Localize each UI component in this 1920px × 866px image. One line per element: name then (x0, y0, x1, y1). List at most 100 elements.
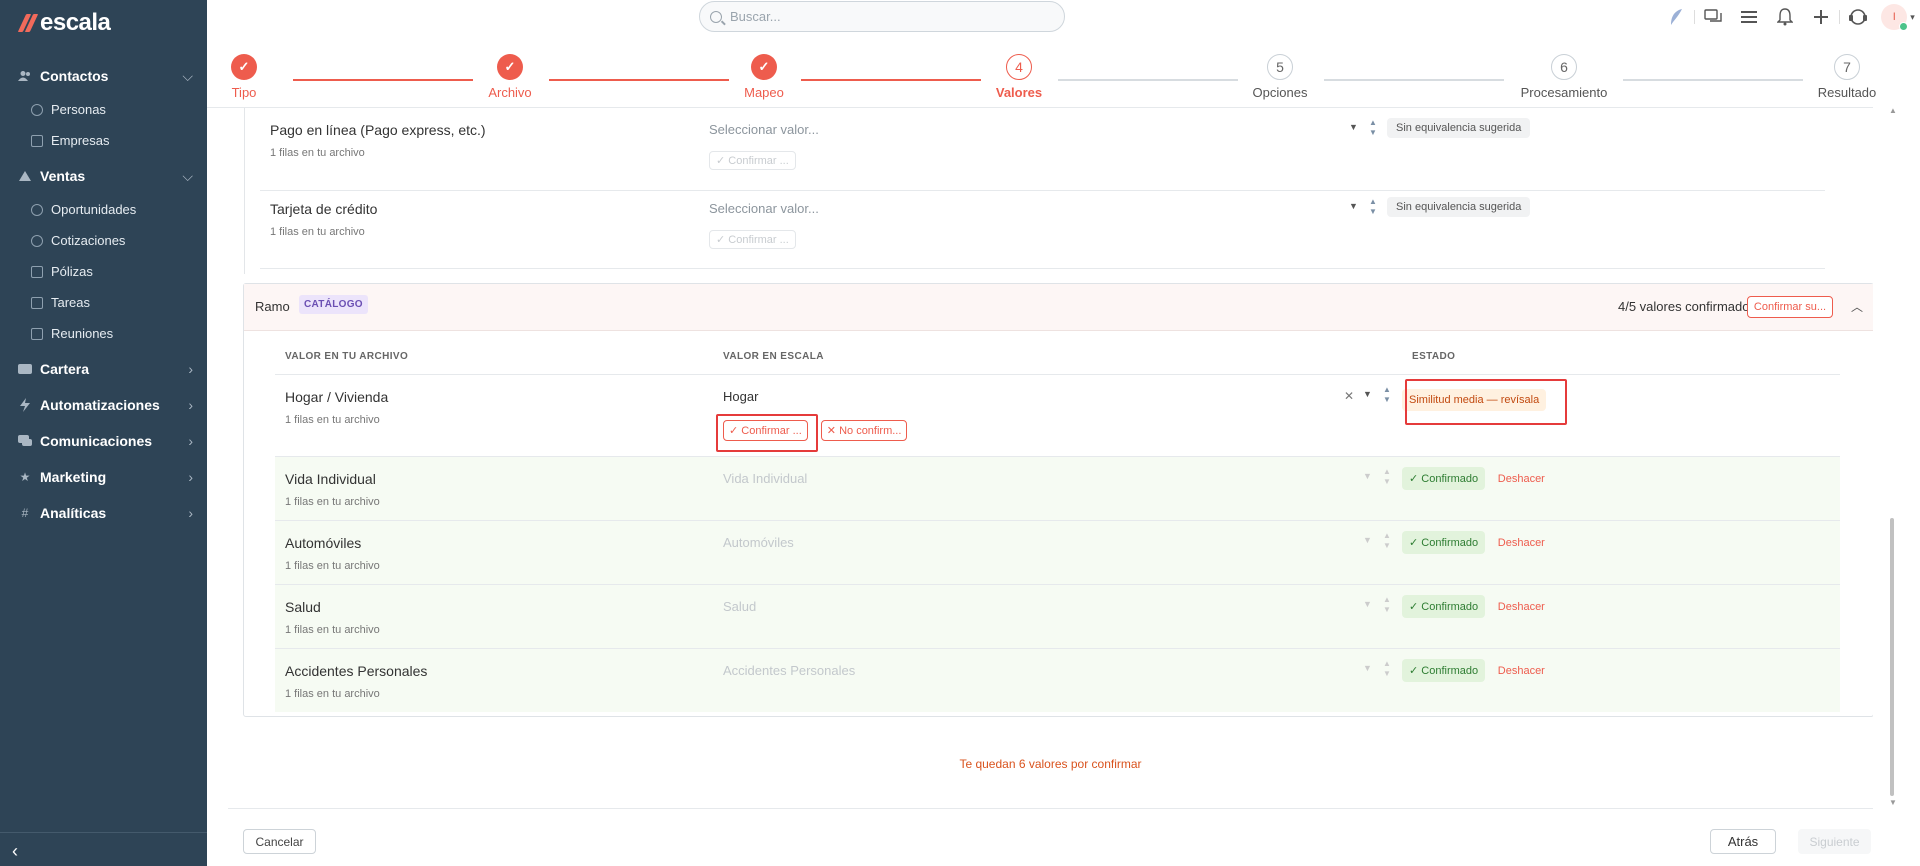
search-input[interactable] (730, 9, 1030, 24)
row-count: 1 filas en tu archivo (285, 624, 380, 636)
escala-value-select[interactable]: Hogar ✕ ▼ ▲ ▼ ✓ Confirmar ... ✕ No confir… (723, 385, 1403, 441)
sidebar-group-cartera[interactable]: Cartera › (0, 351, 207, 387)
ventas-icon (18, 169, 32, 183)
step-connector (1058, 79, 1238, 81)
sidebar-group-label: Cartera (40, 361, 90, 377)
status-badge: ✓ Confirmado (1402, 595, 1486, 618)
escala-value-select: Salud ▼ ▲ ▼ (723, 595, 1403, 614)
sidebar-item-empresas[interactable]: Empresas (0, 125, 207, 156)
sidebar-group-marketing[interactable]: ★ Marketing › (0, 459, 207, 495)
support-icon[interactable] (1840, 0, 1876, 34)
list-icon[interactable] (1731, 0, 1767, 34)
sidebar-group-analiticas[interactable]: # Analíticas › (0, 495, 207, 531)
dropdown-arrow-icon[interactable]: ▼ (1349, 122, 1358, 132)
undo-link[interactable]: Deshacer (1498, 473, 1545, 485)
step-mapeo[interactable]: ✓ Mapeo (714, 54, 814, 100)
step-opciones[interactable]: 5 Opciones (1230, 54, 1330, 100)
sidebar-item-oportunidades[interactable]: Oportunidades (0, 194, 207, 225)
sidebar-group-automatizaciones[interactable]: Automatizaciones › (0, 387, 207, 423)
selected-value: Salud (723, 599, 757, 614)
next-button[interactable]: Siguiente (1798, 829, 1871, 854)
value-row: Pago en línea (Pago express, etc.) 1 fil… (260, 108, 1825, 190)
sidebar-item-tareas[interactable]: Tareas (0, 287, 207, 318)
values-content: Pago en línea (Pago express, etc.) 1 fil… (228, 108, 1873, 808)
sidebar-item-cotizaciones[interactable]: Cotizaciones (0, 225, 207, 256)
cancel-button[interactable]: Cancelar (243, 829, 316, 854)
sidebar-item-personas[interactable]: Personas (0, 94, 207, 125)
step-label: Valores (995, 85, 1043, 100)
chevron-right-icon: › (188, 361, 193, 377)
escala-value-select[interactable]: Seleccionar valor... ▼ ▲ ▼ ✓ Confirmar ..… (709, 197, 1389, 249)
column-header-escala: VALOR EN ESCALA (723, 351, 824, 362)
star-icon: ★ (19, 470, 31, 484)
step-label: Tipo (231, 85, 257, 100)
scrollbar-thumb[interactable] (1890, 518, 1894, 796)
undo-link[interactable]: Deshacer (1498, 665, 1545, 677)
logo[interactable]: escala (17, 9, 111, 36)
row-count: 1 filas en tu archivo (270, 226, 365, 238)
undo-link[interactable]: Deshacer (1498, 537, 1545, 549)
sidebar-group-label: Comunicaciones (40, 433, 153, 449)
field-title: Ramo (255, 299, 290, 314)
chevron-right-icon: › (188, 505, 193, 521)
confirm-button[interactable]: ✓ Confirmar ... (723, 420, 808, 441)
step-label: Archivo (488, 85, 532, 100)
search-box[interactable] (699, 1, 1065, 32)
quote-icon (31, 234, 43, 247)
dropdown-arrow-icon[interactable]: ▼ (1363, 389, 1372, 399)
dropdown-arrow-icon[interactable]: ▼ (1349, 201, 1358, 211)
reject-button[interactable]: ✕ No confirm... (820, 420, 908, 441)
step-valores[interactable]: 4 Valores (969, 54, 1069, 100)
step-label: Mapeo (744, 85, 784, 100)
row-count: 1 filas en tu archivo (285, 560, 380, 572)
undo-link[interactable]: Deshacer (1498, 601, 1545, 613)
status-badge: Sin equivalencia sugerida (1387, 118, 1531, 138)
sort-arrows-icon: ▲ ▼ (1369, 118, 1377, 137)
status-badge: ✓ Confirmado (1402, 659, 1486, 682)
confirm-suggestions-button[interactable]: Confirmar su... (1747, 296, 1833, 318)
sidebar-item-label: Oportunidades (51, 202, 137, 217)
dropdown-arrow-icon: ▼ (1363, 471, 1372, 481)
messages-icon[interactable] (1695, 0, 1731, 34)
sidebar-item-label: Personas (51, 102, 106, 117)
sidebar-group-ventas[interactable]: Ventas ⌵ (0, 158, 207, 194)
row-count: 1 filas en tu archivo (285, 496, 380, 508)
file-value: Vida Individual (285, 471, 376, 487)
step-number: 4 (1006, 54, 1032, 80)
chevron-up-icon[interactable]: ︿ (1851, 298, 1863, 315)
step-tipo[interactable]: ✓ Tipo (194, 54, 294, 100)
sidebar-group-label: Automatizaciones (40, 397, 160, 413)
sidebar-group-comunicaciones[interactable]: Comunicaciones › (0, 423, 207, 459)
sidebar-group-label: Contactos (40, 68, 109, 84)
sidebar-group-contactos[interactable]: Contactos ⌵ (0, 58, 207, 94)
value-row: Accidentes Personales 1 filas en tu arch… (275, 649, 1840, 712)
step-procesamiento[interactable]: 6 Procesamiento (1514, 54, 1614, 100)
row-divider (260, 268, 1825, 269)
confirm-button-disabled: ✓ Confirmar ... (709, 230, 796, 249)
target-icon (31, 203, 43, 216)
step-connector (1324, 79, 1504, 81)
bell-icon[interactable] (1767, 0, 1803, 34)
value-row: Automóviles 1 filas en tu archivo Automó… (275, 521, 1840, 584)
sidebar-item-label: Cotizaciones (51, 233, 126, 248)
sort-arrows-icon: ▲ ▼ (1383, 659, 1391, 678)
clear-icon[interactable]: ✕ (1344, 389, 1354, 403)
chat-icon (18, 434, 32, 448)
feather-icon[interactable] (1658, 0, 1694, 34)
column-header-file: VALOR EN TU ARCHIVO (285, 351, 409, 362)
escala-value-select[interactable]: Seleccionar valor... ▼ ▲ ▼ ✓ Confirmar ..… (709, 118, 1389, 170)
scroll-down-icon[interactable]: ▼ (1889, 798, 1897, 807)
scroll-up-icon[interactable]: ▲ (1889, 106, 1897, 115)
collapse-sidebar-icon[interactable]: ‹ (12, 841, 18, 862)
step-resultado[interactable]: 7 Resultado (1797, 54, 1897, 100)
back-button[interactable]: Atrás (1710, 829, 1776, 854)
logo-text: escala (40, 9, 111, 36)
ramo-header[interactable]: Ramo CATÁLOGO 4/5 valores confirmados Co… (244, 284, 1873, 331)
wizard-footer: Cancelar Atrás Siguiente (228, 808, 1873, 866)
check-icon: ✓ (751, 54, 777, 80)
plus-icon[interactable] (1803, 0, 1839, 34)
user-menu[interactable]: I ▾ (1876, 0, 1920, 34)
sidebar-item-reuniones[interactable]: Reuniones (0, 318, 207, 349)
step-archivo[interactable]: ✓ Archivo (460, 54, 560, 100)
sidebar-item-polizas[interactable]: Pólizas (0, 256, 207, 287)
